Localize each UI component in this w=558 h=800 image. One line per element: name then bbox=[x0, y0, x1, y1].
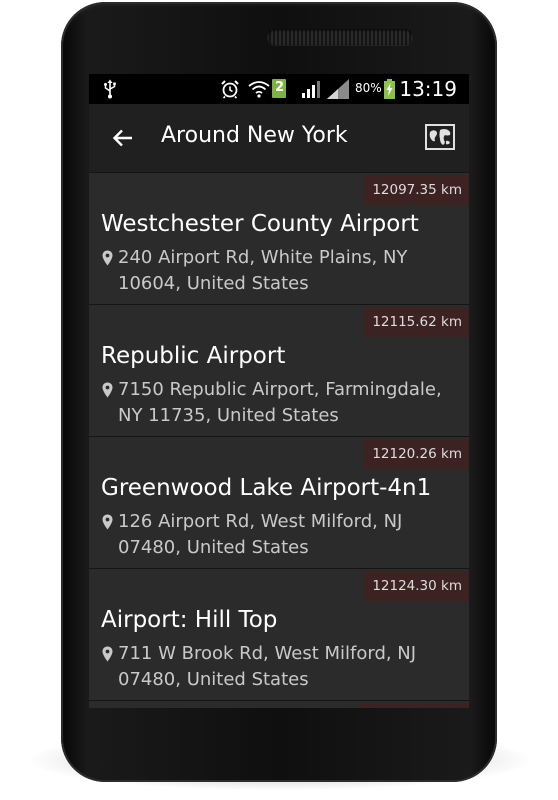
list-item[interactable]: 12120.26 km Greenwood Lake Airport-4n1 1… bbox=[89, 436, 469, 568]
sim-slot-label: 2 bbox=[275, 80, 285, 95]
action-bar: Around New York bbox=[89, 104, 469, 172]
battery-charging-icon bbox=[384, 79, 395, 99]
wifi-icon bbox=[248, 81, 270, 98]
map-icon[interactable] bbox=[425, 124, 455, 150]
place-name: Airport: Hill Top bbox=[101, 607, 278, 633]
location-pin-icon bbox=[102, 250, 113, 266]
place-name: Republic Airport bbox=[101, 343, 286, 369]
location-pin-icon bbox=[102, 646, 113, 662]
place-address: 240 Airport Rd, White Plains, NY 10604, … bbox=[118, 247, 408, 294]
device-mockup: 2 80% 13:19 Around New York 12097.35 km … bbox=[0, 0, 558, 800]
place-address: 7150 Republic Airport, Farmingdale, NY 1… bbox=[118, 379, 442, 426]
location-pin-icon bbox=[102, 382, 113, 398]
alarm-icon bbox=[221, 80, 239, 99]
sim-2-icon: 2 bbox=[272, 79, 286, 98]
place-name: Westchester County Airport bbox=[101, 211, 419, 237]
earpiece-speaker bbox=[267, 29, 413, 45]
back-arrow-icon[interactable] bbox=[111, 126, 135, 150]
list-item[interactable]: 12124.30 km Airport: Hill Top 711 W Broo… bbox=[89, 568, 469, 700]
place-address: 126 Airport Rd, West Milford, NJ 07480, … bbox=[118, 511, 403, 558]
battery-percent: 80% bbox=[355, 81, 382, 95]
distance-badge: 12124.30 km bbox=[364, 571, 469, 601]
signal-icon bbox=[327, 79, 349, 99]
status-bar: 2 80% 13:19 bbox=[89, 74, 469, 104]
list-item[interactable]: 12115.62 km Republic Airport 7150 Republ… bbox=[89, 304, 469, 436]
place-address: 711 W Brook Rd, West Milford, NJ 07480, … bbox=[118, 643, 417, 690]
place-name: Greenwood Lake Airport-4n1 bbox=[101, 475, 432, 501]
distance-badge: 12120.26 km bbox=[364, 439, 469, 469]
usb-icon bbox=[104, 79, 116, 99]
places-list: 12097.35 km Westchester County Airport 2… bbox=[89, 172, 469, 708]
app-screen: 2 80% 13:19 Around New York 12097.35 km … bbox=[89, 74, 469, 708]
list-item-partial[interactable] bbox=[89, 700, 469, 708]
location-pin-icon bbox=[102, 514, 113, 530]
signal-icon bbox=[302, 81, 320, 98]
distance-badge bbox=[359, 703, 469, 708]
page-title: Around New York bbox=[161, 123, 348, 148]
distance-badge: 12097.35 km bbox=[364, 175, 469, 205]
status-time: 13:19 bbox=[399, 77, 457, 101]
list-item[interactable]: 12097.35 km Westchester County Airport 2… bbox=[89, 172, 469, 304]
distance-badge: 12115.62 km bbox=[364, 307, 469, 337]
